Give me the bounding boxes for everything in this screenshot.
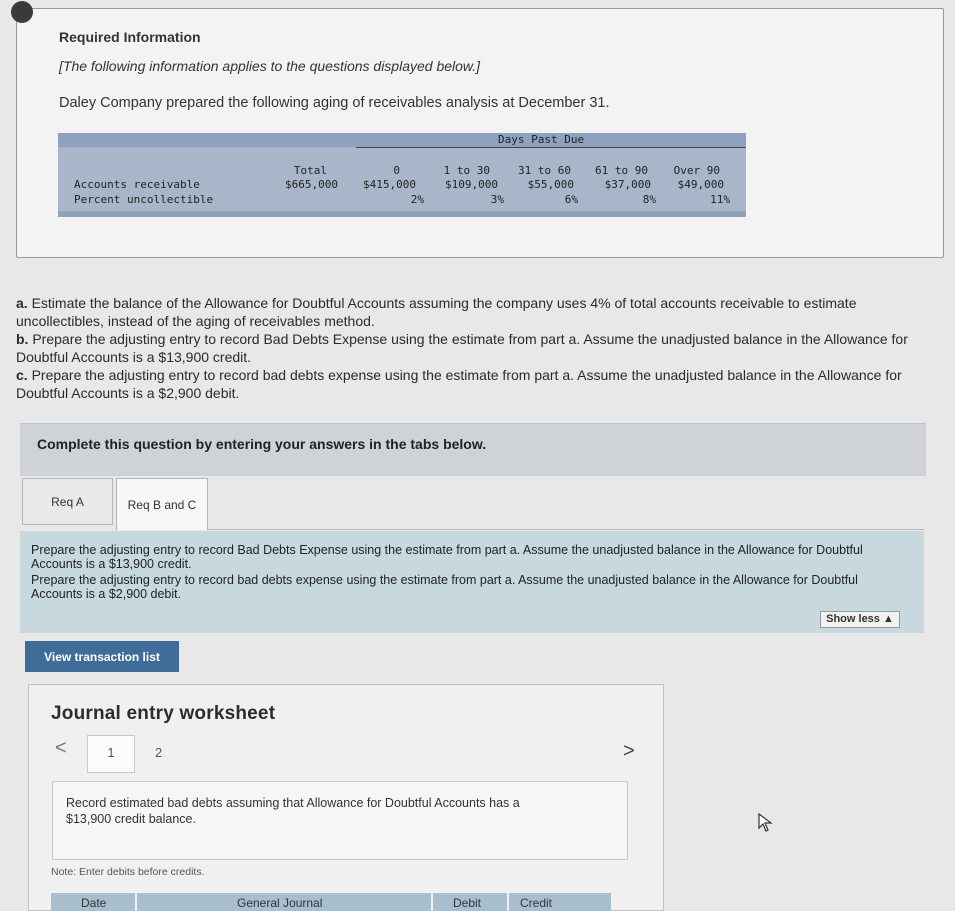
aging-row-label: Accounts receivable bbox=[74, 178, 200, 191]
column-separator bbox=[431, 893, 433, 911]
aging-col-31-60: 31 to 60 bbox=[518, 164, 571, 177]
aging-col-0: 0 bbox=[393, 164, 400, 177]
question-b: b. Prepare the adjusting entry to record… bbox=[16, 330, 936, 366]
aging-row-label: Percent uncollectible bbox=[74, 193, 214, 206]
worksheet-page-2[interactable]: 2 bbox=[155, 745, 162, 760]
aging-table-bottom-bar bbox=[58, 211, 746, 217]
tab-req-a[interactable]: Req A bbox=[22, 478, 113, 525]
question-b-label: b. bbox=[16, 331, 29, 347]
aging-header-group: Days Past Due bbox=[498, 133, 585, 146]
aging-cell: $415,000 bbox=[363, 178, 416, 191]
aging-cell: $665,000 bbox=[285, 178, 338, 191]
question-c: c. Prepare the adjusting entry to record… bbox=[16, 366, 936, 402]
requirement-line-2: Prepare the adjusting entry to record ba… bbox=[31, 573, 858, 601]
worksheet-note: Note: Enter debits before credits. bbox=[51, 866, 205, 878]
aging-table: Days Past Due Total 0 1 to 30 31 to 60 6… bbox=[58, 133, 746, 217]
aging-cell: 11% bbox=[710, 193, 730, 206]
chevron-left-icon[interactable]: < bbox=[55, 737, 67, 760]
column-debit: Debit bbox=[453, 896, 482, 910]
complete-question-text: Complete this question by entering your … bbox=[37, 436, 487, 452]
info-badge-icon bbox=[11, 1, 33, 23]
info-title: Required Information bbox=[59, 29, 201, 45]
column-separator bbox=[135, 893, 137, 911]
worksheet-title: Journal entry worksheet bbox=[51, 703, 276, 724]
question-text: a. Estimate the balance of the Allowance… bbox=[16, 294, 936, 402]
question-a: a. Estimate the balance of the Allowance… bbox=[16, 294, 936, 330]
aging-cell: $109,000 bbox=[445, 178, 498, 191]
aging-cell: $37,000 bbox=[604, 178, 651, 191]
question-c-label: c. bbox=[16, 367, 28, 383]
worksheet-instruction: Record estimated bad debts assuming that… bbox=[66, 796, 520, 826]
aging-table-rule bbox=[356, 147, 746, 148]
question-a-label: a. bbox=[16, 295, 28, 311]
requirement-line-1: Prepare the adjusting entry to record Ba… bbox=[31, 543, 863, 571]
worksheet-page-1[interactable]: 1 bbox=[87, 735, 135, 773]
question-b-text: Prepare the adjusting entry to record Ba… bbox=[16, 331, 908, 365]
worksheet-instruction-box: Record estimated bad debts assuming that… bbox=[52, 781, 628, 860]
mouse-pointer-icon bbox=[758, 812, 773, 832]
aging-cell: 3% bbox=[490, 193, 504, 206]
column-date: Date bbox=[81, 896, 107, 910]
requirement-panel: Prepare the adjusting entry to record Ba… bbox=[20, 531, 924, 633]
info-subtitle: [The following information applies to th… bbox=[59, 58, 481, 74]
column-credit: Credit bbox=[520, 896, 553, 910]
view-transaction-list-button[interactable]: View transaction list bbox=[25, 641, 179, 672]
journal-table-header: Date General Journal Debit Credit bbox=[51, 893, 611, 911]
aging-cell: 2% bbox=[410, 193, 424, 206]
aging-col-over-90: Over 90 bbox=[673, 164, 720, 177]
complete-question-bar: Complete this question by entering your … bbox=[20, 423, 926, 476]
tab-req-b-and-c[interactable]: Req B and C bbox=[116, 478, 208, 530]
info-intro: Daley Company prepared the following agi… bbox=[59, 95, 610, 111]
question-a-text: Estimate the balance of the Allowance fo… bbox=[16, 295, 857, 329]
aging-col-61-90: 61 to 90 bbox=[595, 164, 648, 177]
aging-cell: $55,000 bbox=[527, 178, 574, 191]
aging-cell: 6% bbox=[564, 193, 578, 206]
question-c-text: Prepare the adjusting entry to record ba… bbox=[16, 367, 902, 401]
aging-cell: 8% bbox=[642, 193, 656, 206]
journal-entry-worksheet: Journal entry worksheet < 1 2 > Record e… bbox=[28, 684, 664, 911]
aging-col-1-30: 1 to 30 bbox=[443, 164, 490, 177]
chevron-right-icon[interactable]: > bbox=[623, 740, 635, 763]
column-general-journal: General Journal bbox=[237, 896, 323, 910]
column-separator bbox=[507, 893, 509, 911]
tab-divider bbox=[208, 529, 924, 530]
show-less-button[interactable]: Show less ▲ bbox=[820, 611, 900, 628]
aging-table-top-bar bbox=[58, 133, 746, 147]
aging-col-total: Total bbox=[293, 164, 327, 177]
aging-cell: $49,000 bbox=[677, 178, 724, 191]
